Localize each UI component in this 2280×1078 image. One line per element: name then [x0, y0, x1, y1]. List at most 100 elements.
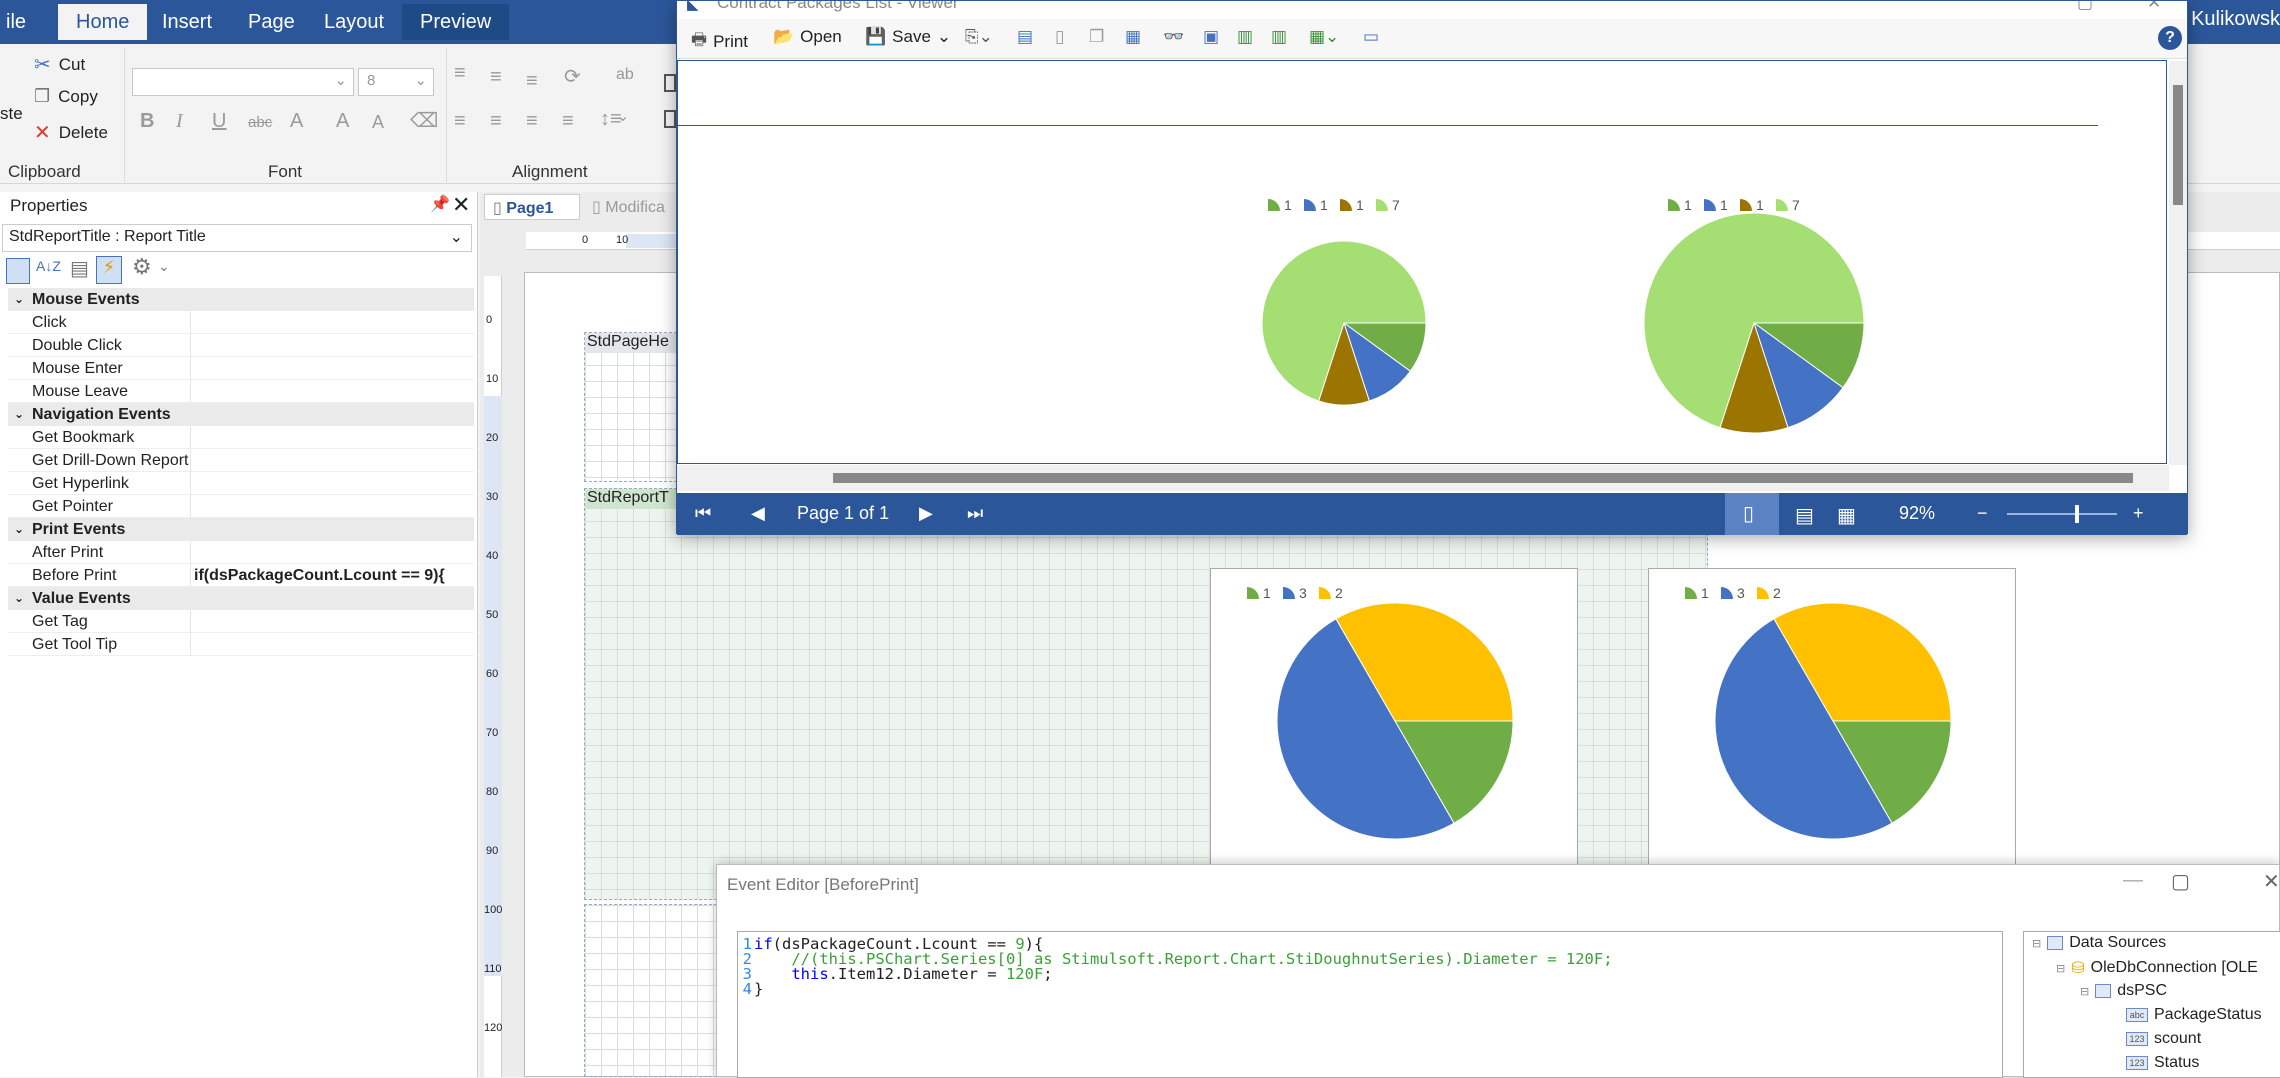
tree-node-data-sources[interactable]: ⊟ Data Sources — [2032, 934, 2166, 952]
font-color-icon[interactable]: A — [290, 110, 303, 133]
chart-component[interactable]: 1 3 2 — [1648, 568, 2016, 868]
italic-icon[interactable]: I — [176, 110, 183, 133]
pin-icon[interactable]: 📌 — [430, 194, 450, 214]
viewer-titlebar[interactable]: ◣ Contract Packages List - Viewer ▢ ✕ — [677, 1, 2187, 19]
align-left-icon[interactable]: ≡ — [454, 110, 466, 133]
property-row[interactable]: Mouse Leave — [8, 380, 474, 403]
category-value-events[interactable]: ⌄ Value Events — [8, 587, 474, 610]
continuous-view-icon[interactable]: ▤ — [1795, 503, 1814, 528]
collapse-icon[interactable]: ⌄ — [14, 403, 24, 426]
first-page-icon[interactable]: ⏮ — [695, 503, 711, 524]
maximize-icon[interactable]: ▢ — [2077, 1, 2093, 13]
grow-font-icon[interactable]: A — [336, 110, 349, 133]
font-family-combo[interactable]: ⌄ — [132, 68, 354, 96]
send-icon[interactable]: ⎘⌄ — [965, 27, 993, 47]
next-page-icon[interactable]: ▶ — [919, 503, 933, 524]
thumbnails-icon[interactable]: ❐ — [1089, 27, 1104, 47]
tree-node-connection[interactable]: ⊟ ⛁ OleDbConnection [OLE — [2056, 958, 2258, 978]
tree-node-column[interactable]: 123 Status — [2126, 1054, 2199, 1072]
categorized-view-icon[interactable] — [6, 258, 30, 284]
maximize-icon[interactable]: ▢ — [2171, 869, 2190, 894]
previous-page-icon[interactable]: ◀ — [751, 503, 765, 524]
chart-component[interactable]: 1 3 2 — [1210, 568, 1578, 868]
properties-tab-icon[interactable]: ▤ — [70, 256, 89, 281]
collapse-icon[interactable]: ⌄ — [14, 288, 24, 311]
copy-button[interactable]: ❐ Copy — [34, 86, 98, 107]
user-name[interactable]: n Kulikowsk — [2174, 8, 2280, 31]
gear-icon[interactable]: ⚙ — [132, 254, 152, 280]
tree-node-column[interactable]: abc PackageStatus — [2126, 1006, 2262, 1024]
tab-page1[interactable]: ▯ Page1 — [484, 194, 580, 220]
shrink-font-icon[interactable]: A — [372, 112, 384, 133]
open-button[interactable]: 📂 Open — [773, 27, 842, 47]
editor-icon[interactable]: ▦ — [1125, 27, 1141, 47]
code-line[interactable]: 3 this.Item12.Diameter = 120F; — [738, 964, 1053, 984]
multiple-pages-icon[interactable]: ▦⌄ — [1309, 27, 1339, 47]
object-selector[interactable]: StdReportTitle : Report Title ⌄ — [2, 224, 472, 252]
full-screen-icon[interactable]: ▣ — [1203, 27, 1219, 47]
property-row[interactable]: Get Bookmark — [8, 426, 474, 449]
save-button[interactable]: 💾 Save ⌄ — [865, 27, 951, 47]
before-print-value[interactable]: if(dsPackageCount.Lcount == 9){ — [194, 564, 445, 587]
horizontal-scrollbar[interactable] — [677, 465, 2169, 491]
tree-node-dspsc[interactable]: ⊟ dsPSC — [2080, 982, 2167, 1000]
cut-button[interactable]: ✂ Cut — [34, 52, 85, 77]
vertical-scrollbar[interactable] — [2169, 61, 2187, 465]
word-wrap-icon[interactable]: ab — [616, 66, 634, 84]
tab-layout[interactable]: Layout — [306, 4, 402, 40]
tab-preview[interactable]: Preview — [402, 4, 510, 40]
collapse-icon[interactable]: ⌄ — [14, 518, 24, 541]
tab-modifications[interactable]: ▯ Modifica — [584, 194, 684, 220]
border-icon[interactable] — [664, 110, 676, 128]
bold-icon[interactable]: B — [140, 110, 154, 133]
property-row[interactable]: Get Tool Tip — [8, 633, 474, 656]
category-navigation-events[interactable]: ⌄ Navigation Events — [8, 403, 474, 426]
tab-file[interactable]: ile — [0, 4, 44, 40]
category-mouse-events[interactable]: ⌄ Mouse Events — [8, 288, 474, 311]
justify-icon[interactable]: ≡ — [562, 110, 574, 133]
zoom-level[interactable]: 92% — [1899, 503, 1935, 524]
minimize-icon[interactable]: — — [2123, 869, 2143, 892]
tab-insert[interactable]: Insert — [144, 4, 230, 40]
tree-node-column[interactable]: 123 scount — [2126, 1030, 2201, 1048]
parameters-icon[interactable]: ▯ — [1055, 27, 1064, 47]
zoom-out-icon[interactable]: − — [1977, 503, 1988, 524]
page-indicator[interactable]: Page 1 of 1 — [797, 503, 889, 524]
paste-button[interactable]: ste — [0, 104, 23, 124]
close-icon[interactable]: ✕ — [2147, 1, 2161, 13]
border-icon[interactable] — [664, 74, 676, 92]
print-button[interactable]: 🖶 Print — [691, 27, 748, 56]
bookmarks-icon[interactable]: ▤ — [1017, 27, 1033, 47]
align-top-icon[interactable]: ≡ — [454, 62, 466, 85]
last-page-icon[interactable]: ⏭ — [967, 503, 983, 524]
property-row[interactable]: Mouse Enter — [8, 357, 474, 380]
collapse-icon[interactable]: ⊟ — [2080, 985, 2089, 998]
zoom-slider-thumb[interactable] — [2075, 505, 2080, 523]
chevron-down-icon[interactable]: ⌄ — [158, 258, 170, 275]
line-spacing-dropdown-icon[interactable]: ⌄ — [616, 106, 629, 126]
collapse-icon[interactable]: ⊟ — [2032, 937, 2041, 950]
code-editor[interactable]: 1 if(dsPackageCount.Lcount == 9){2 //(thi… — [737, 931, 2003, 1078]
strikethrough-icon[interactable]: abc — [248, 114, 272, 131]
close-icon[interactable]: ✕ — [2263, 869, 2280, 894]
alphabetical-sort-icon[interactable]: A↓Z — [36, 258, 61, 274]
property-row[interactable]: Click — [8, 311, 474, 334]
code-line[interactable]: 4} — [738, 979, 764, 999]
align-middle-icon[interactable]: ≡ — [490, 66, 502, 89]
collapse-icon[interactable]: ⊟ — [2056, 962, 2065, 975]
zoom-in-icon[interactable]: + — [2133, 503, 2144, 524]
category-print-events[interactable]: ⌄ Print Events — [8, 518, 474, 541]
delete-button[interactable]: ✕ Delete — [34, 120, 108, 145]
property-row[interactable]: Get Tag — [8, 610, 474, 633]
single-page-view-button[interactable]: ▯ — [1725, 493, 1779, 535]
collapse-icon[interactable]: ⌄ — [14, 587, 24, 610]
property-row[interactable]: Get Drill-Down Report — [8, 449, 474, 472]
close-icon[interactable]: ✕ — [452, 192, 470, 218]
zoom-slider-track[interactable] — [2007, 505, 2117, 523]
two-pages-icon[interactable]: ▥ — [1271, 27, 1287, 47]
multi-page-view-icon[interactable]: ▦ — [1837, 503, 1856, 528]
property-row[interactable]: Get Pointer — [8, 495, 474, 518]
property-row[interactable]: After Print — [8, 541, 474, 564]
events-tab-icon[interactable]: ⚡ — [96, 256, 122, 284]
align-center-icon[interactable]: ≡ — [490, 110, 502, 133]
